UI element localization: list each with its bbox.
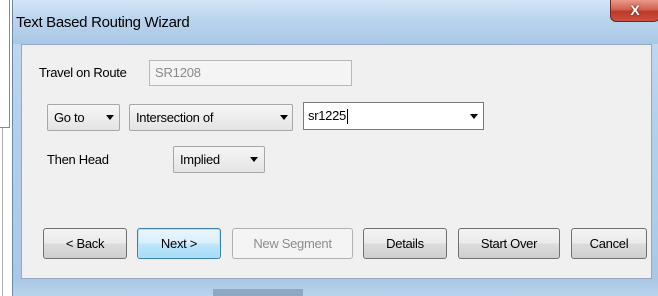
new-segment-button[interactable]: New Segment [232,228,353,259]
target-value-combobox[interactable]: sr1225 [303,102,484,130]
back-button[interactable]: < Back [43,228,127,259]
background-window-panel [0,0,10,128]
taskbar-fragment [213,289,303,296]
chevron-down-icon [106,115,114,120]
go-to-dropdown-value: Go to [54,110,85,125]
window-bottom-frame [13,279,658,296]
direction-dropdown[interactable]: Implied [173,146,265,173]
title-bar[interactable]: Text Based Routing Wizard X [13,0,658,44]
go-to-dropdown[interactable]: Go to [47,104,120,131]
window-title: Text Based Routing Wizard [16,14,190,31]
background-divider [2,128,3,296]
background-window-edge [0,0,12,296]
then-head-label: Then Head [47,152,109,167]
chevron-down-icon[interactable] [470,114,478,119]
route-field: SR1208 [149,60,352,86]
details-button[interactable]: Details [363,228,447,259]
target-value-text: sr1225 [308,108,346,123]
next-button[interactable]: Next > [137,228,221,259]
close-button[interactable]: X [610,0,658,22]
target-type-dropdown[interactable]: Intersection of [129,104,293,131]
chevron-down-icon [280,115,288,120]
text-cursor [346,109,348,125]
chevron-down-icon [250,157,258,162]
start-over-button[interactable]: Start Over [458,228,560,259]
direction-dropdown-value: Implied [180,152,220,167]
cancel-button[interactable]: Cancel [571,228,647,259]
dialog-client-area: Travel on Route SR1208 Go to Intersectio… [21,44,652,279]
travel-on-route-label: Travel on Route [39,65,127,80]
close-icon: X [630,2,640,18]
target-type-dropdown-value: Intersection of [136,110,214,125]
routing-wizard-dialog: Text Based Routing Wizard X Travel on Ro… [12,0,658,296]
